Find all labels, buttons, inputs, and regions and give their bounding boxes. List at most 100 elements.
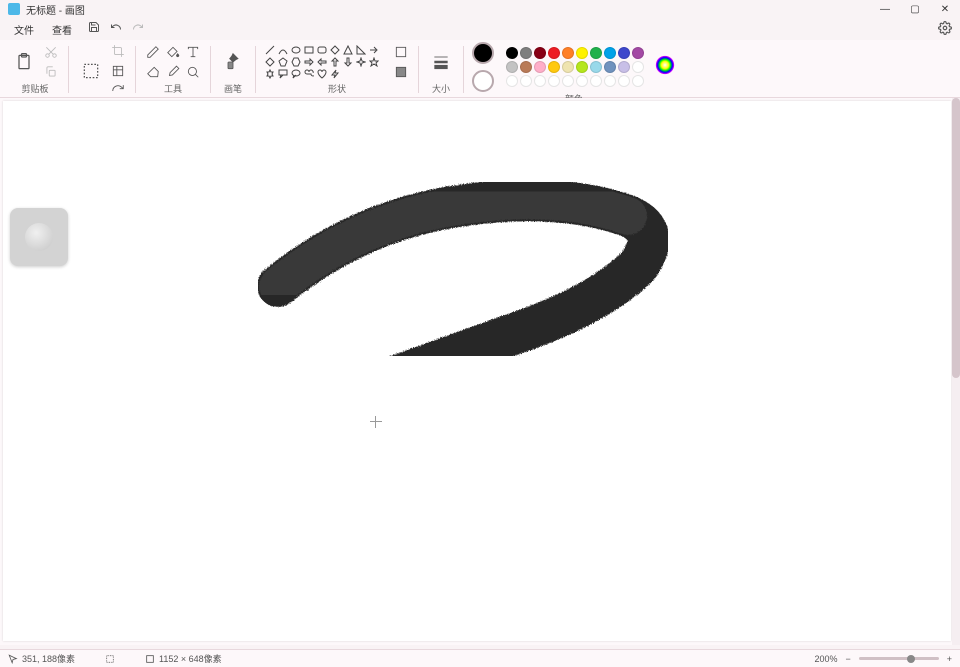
- shape-diamond[interactable]: [264, 57, 276, 68]
- zoom-out-button[interactable]: −: [845, 654, 850, 664]
- shape-callout-cloud[interactable]: [303, 69, 315, 80]
- zoom-in-button[interactable]: +: [947, 654, 952, 664]
- paste-button[interactable]: [10, 48, 38, 76]
- color-swatch[interactable]: [562, 75, 574, 87]
- size-label: 大小: [432, 82, 450, 97]
- color-swatch[interactable]: [604, 75, 616, 87]
- cut-button[interactable]: [42, 43, 60, 61]
- color-swatch[interactable]: [534, 47, 546, 59]
- color-swatch[interactable]: [604, 61, 616, 73]
- shape-polygon[interactable]: [329, 45, 341, 56]
- shape-callout-round[interactable]: [290, 69, 302, 80]
- color-swatch[interactable]: [520, 47, 532, 59]
- color-swatch[interactable]: [506, 47, 518, 59]
- color-swatch[interactable]: [590, 47, 602, 59]
- assistive-touch-inner: [25, 223, 53, 251]
- color-swatch[interactable]: [506, 75, 518, 87]
- shape-lightning[interactable]: [329, 69, 341, 80]
- shape-heart[interactable]: [316, 69, 328, 80]
- shape-star5[interactable]: [368, 57, 380, 68]
- color-swatch[interactable]: [576, 47, 588, 59]
- color-swatch[interactable]: [534, 61, 546, 73]
- canvas[interactable]: [3, 101, 951, 641]
- shape-arrowup[interactable]: [329, 57, 341, 68]
- color-swatch[interactable]: [632, 75, 644, 87]
- scrollbar-thumb[interactable]: [952, 98, 960, 378]
- color-swatch[interactable]: [562, 61, 574, 73]
- color-swatch[interactable]: [534, 75, 546, 87]
- color-swatch[interactable]: [548, 75, 560, 87]
- crop-button[interactable]: [109, 42, 127, 60]
- pencil-tool[interactable]: [144, 43, 162, 61]
- color-swatch[interactable]: [632, 47, 644, 59]
- color-swatch[interactable]: [562, 47, 574, 59]
- shape-arrowdown[interactable]: [342, 57, 354, 68]
- brush-stroke: [258, 156, 668, 356]
- ribbon-toolbar: 剪贴板 图像 工具: [0, 40, 960, 98]
- zoom-level: 200%: [814, 654, 837, 664]
- selection-size: [105, 654, 115, 664]
- shape-star6[interactable]: [264, 69, 276, 80]
- vertical-scrollbar[interactable]: [952, 98, 960, 645]
- menu-view[interactable]: 查看: [46, 20, 78, 39]
- color-swatch[interactable]: [548, 47, 560, 59]
- color-swatch[interactable]: [632, 61, 644, 73]
- window-title: 无标题 - 画图: [26, 2, 85, 17]
- color2-button[interactable]: [472, 70, 494, 92]
- color-swatch[interactable]: [506, 61, 518, 73]
- color-swatch[interactable]: [520, 61, 532, 73]
- shape-oval[interactable]: [290, 45, 302, 56]
- shape-pentagon[interactable]: [277, 57, 289, 68]
- undo-icon[interactable]: [110, 20, 122, 38]
- eraser-tool[interactable]: [144, 63, 162, 81]
- brush-button[interactable]: [219, 48, 247, 76]
- color-swatch[interactable]: [618, 61, 630, 73]
- fill-tool[interactable]: [164, 43, 182, 61]
- shape-roundrect[interactable]: [316, 45, 328, 56]
- color-swatch[interactable]: [520, 75, 532, 87]
- zoom-slider[interactable]: [859, 657, 939, 660]
- save-icon[interactable]: [88, 20, 100, 38]
- magnifier-tool[interactable]: [184, 63, 202, 81]
- menu-file[interactable]: 文件: [8, 20, 40, 39]
- shape-star4[interactable]: [355, 57, 367, 68]
- close-button[interactable]: ✕: [938, 4, 952, 15]
- canvas-area: [0, 98, 952, 645]
- shape-line[interactable]: [264, 45, 276, 56]
- shape-curve[interactable]: [277, 45, 289, 56]
- shape-arrow[interactable]: [368, 45, 380, 56]
- minimize-button[interactable]: —: [878, 4, 892, 15]
- shape-outline-btn[interactable]: [392, 43, 410, 61]
- color-swatch[interactable]: [548, 61, 560, 73]
- picker-tool[interactable]: [164, 63, 182, 81]
- color-swatch[interactable]: [590, 75, 602, 87]
- shape-arrowright[interactable]: [303, 57, 315, 68]
- color-swatch[interactable]: [618, 75, 630, 87]
- shape-rect[interactable]: [303, 45, 315, 56]
- edit-colors-button[interactable]: [654, 54, 676, 81]
- color-swatch[interactable]: [604, 47, 616, 59]
- color1-button[interactable]: [472, 42, 494, 64]
- resize-button[interactable]: [109, 62, 127, 80]
- assistive-touch-widget[interactable]: [10, 208, 68, 266]
- color-swatch[interactable]: [618, 47, 630, 59]
- ribbon-group-shapes: 形状: [258, 42, 416, 97]
- color-swatch[interactable]: [576, 75, 588, 87]
- shape-triangle[interactable]: [342, 45, 354, 56]
- shape-fill-btn[interactable]: [392, 63, 410, 81]
- shape-callout-rect[interactable]: [277, 69, 289, 80]
- text-tool[interactable]: [184, 43, 202, 61]
- color-swatch[interactable]: [576, 61, 588, 73]
- size-button[interactable]: [427, 48, 455, 76]
- color-swatch[interactable]: [590, 61, 602, 73]
- color-row1: [506, 47, 644, 59]
- redo-icon[interactable]: [132, 20, 144, 38]
- shape-righttriangle[interactable]: [355, 45, 367, 56]
- settings-icon[interactable]: [938, 21, 952, 38]
- cursor-crosshair: [370, 416, 382, 428]
- shape-arrowleft[interactable]: [316, 57, 328, 68]
- select-button[interactable]: [77, 57, 105, 85]
- copy-button[interactable]: [42, 63, 60, 81]
- shape-hexagon[interactable]: [290, 57, 302, 68]
- maximize-button[interactable]: ▢: [908, 4, 922, 15]
